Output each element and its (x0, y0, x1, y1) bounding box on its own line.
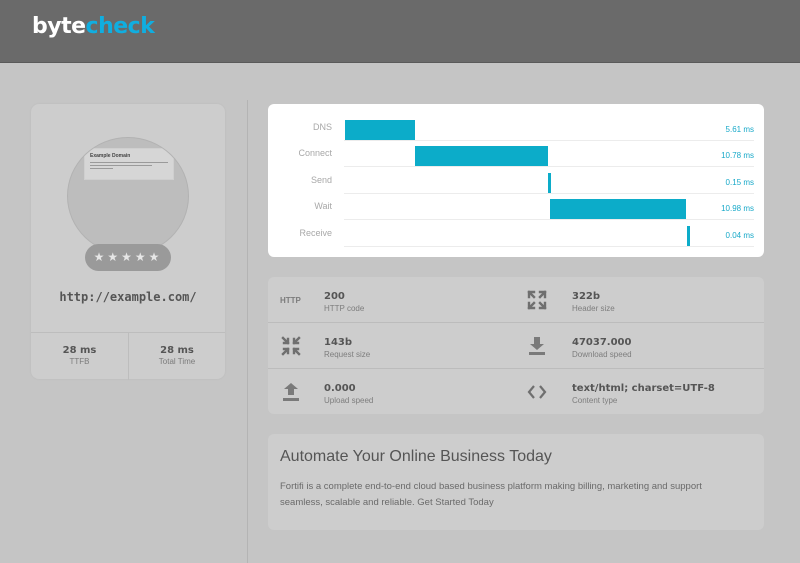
ttfb-value: 28 ms (62, 345, 97, 356)
code-icon (526, 381, 548, 403)
request-size-cell: 143b Request size (268, 323, 516, 369)
upload-icon (280, 381, 302, 403)
timing-lane (344, 245, 754, 247)
total-time-value: 28 ms (160, 345, 194, 356)
timing-bar[interactable] (550, 199, 687, 220)
timing-bar[interactable] (414, 146, 549, 167)
download-speed-value: 47037.000 (572, 337, 632, 348)
thumbnail-text-line (90, 168, 114, 169)
timing-row-dns: DNS 5.61 ms (268, 115, 764, 141)
info-row: HTTP 200 HTTP code 322b Header size (268, 277, 764, 323)
compress-icon (280, 335, 302, 357)
upload-speed-value: 0.000 (324, 383, 356, 394)
content-type-label: Content type (572, 396, 618, 405)
thumbnail-text-line (90, 162, 168, 163)
upload-speed-cell: 0.000 Upload speed (268, 369, 516, 415)
http-code-value: 200 (324, 291, 345, 302)
timing-duration: 10.78 ms (721, 151, 754, 161)
timing-label: Wait (314, 201, 332, 212)
timing-duration: 0.15 ms (725, 177, 754, 187)
total-time-metric: 28 ms Total Time (128, 333, 225, 380)
bytecheck-logo[interactable]: bytecheck (32, 14, 155, 39)
header-size-value: 322b (572, 291, 601, 302)
download-speed-label: Download speed (572, 350, 632, 359)
download-speed-cell: 47037.000 Download speed (516, 323, 764, 369)
timing-row-send: Send 0.15 ms (268, 168, 764, 194)
logo-part-byte: byte (32, 14, 86, 39)
top-bar: bytecheck (0, 0, 800, 63)
thumbnail-page-preview: Example Domain (84, 148, 174, 180)
site-thumbnail[interactable]: Example Domain (67, 137, 189, 255)
header-size-cell: 322b Header size (516, 277, 764, 323)
promo-card: Automate Your Online Business Today Fort… (268, 434, 764, 530)
info-row: 143b Request size 47037.000 Download spe… (268, 322, 764, 368)
site-url[interactable]: http://example.com/ (31, 290, 225, 304)
timing-duration: 0.04 ms (725, 230, 754, 240)
site-summary-card: Example Domain ★★★★★ http://example.com/… (31, 104, 225, 380)
logo-part-check: check (85, 14, 155, 39)
timing-duration: 5.61 ms (725, 125, 754, 134)
expand-icon (526, 289, 548, 311)
http-code-cell: HTTP 200 HTTP code (268, 277, 516, 323)
request-size-label: Request size (324, 350, 371, 359)
http-icon: HTTP (280, 296, 301, 305)
timing-row-connect: Connect 10.78 ms (268, 141, 764, 168)
timing-label: Send (310, 174, 332, 185)
thumbnail-title: Example Domain (90, 153, 131, 159)
total-time-label: Total Time (158, 357, 196, 366)
timing-bar[interactable] (686, 225, 690, 246)
timing-duration: 10.98 ms (721, 204, 754, 214)
get-started-link[interactable]: Get Started Today (417, 497, 493, 508)
download-icon (526, 335, 548, 357)
timing-summary: 28 ms TTFB 28 ms Total Time (31, 332, 225, 380)
timing-row-wait: Wait 10.98 ms (268, 194, 764, 221)
timing-bar[interactable] (345, 120, 415, 140)
header-size-label: Header size (572, 304, 615, 313)
timing-waterfall-card: DNS 5.61 ms Connect 10.78 ms Send 0.15 ms Wait… (268, 104, 764, 257)
upload-speed-label: Upload speed (324, 396, 374, 405)
timing-label: Receive (299, 227, 332, 238)
request-size-value: 143b (324, 337, 353, 348)
info-row: 0.000 Upload speed text/html; charset=UT… (268, 368, 764, 414)
timing-label: DNS (312, 122, 332, 132)
ttfb-label: TTFB (69, 357, 90, 366)
thumbnail-text-line (90, 165, 153, 166)
timing-bar[interactable] (548, 172, 552, 193)
http-code-label: HTTP code (324, 304, 365, 313)
rating-stars: ★★★★★ (85, 244, 171, 271)
content-type-value: text/html; charset=UTF-8 (572, 383, 715, 394)
column-divider (247, 100, 248, 563)
timing-label: Connect (298, 148, 332, 159)
promo-title: Automate Your Online Business Today (280, 448, 552, 465)
timing-row-receive: Receive 0.04 ms (268, 221, 764, 247)
response-info-card: HTTP 200 HTTP code 322b Header size 143b… (268, 277, 764, 414)
content-type-cell: text/html; charset=UTF-8 Content type (516, 369, 764, 415)
ttfb-metric: 28 ms TTFB (31, 333, 128, 380)
promo-body: Fortifi is a complete end-to-end cloud b… (280, 479, 740, 511)
